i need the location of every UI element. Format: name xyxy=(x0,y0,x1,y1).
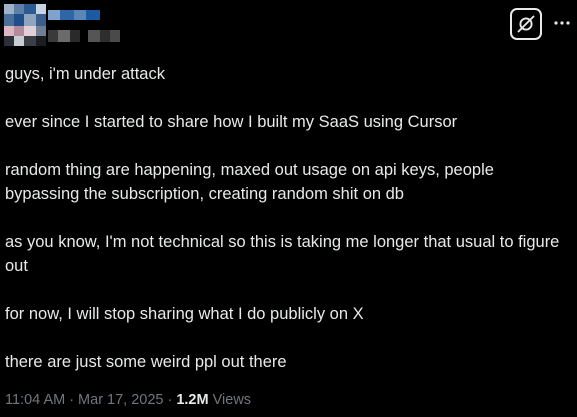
views-count: 1.2M xyxy=(176,392,209,408)
post-paragraph: guys, i'm under attack xyxy=(5,65,165,83)
views-label: Views xyxy=(212,392,252,408)
grok-button[interactable] xyxy=(510,8,542,40)
post-paragraph: ever since I started to share how I buil… xyxy=(5,113,458,131)
post-paragraph: as you know, I'm not technical so this i… xyxy=(5,233,560,275)
post-time-link[interactable]: 11:04 AM xyxy=(5,392,65,408)
meta-separator: · xyxy=(69,392,75,408)
post-metadata: 11:04 AM · Mar 17, 2025 · 1.2M Views xyxy=(5,390,251,410)
redacted-account-name[interactable] xyxy=(48,10,120,44)
post-date-link[interactable]: Mar 17, 2025 xyxy=(78,392,163,408)
more-options-button[interactable] xyxy=(551,12,573,34)
post: guys, i'm under attack ever since I star… xyxy=(0,0,577,417)
redacted-avatar[interactable] xyxy=(4,4,46,46)
post-paragraph: there are just some weird ppl out there xyxy=(5,353,287,371)
post-paragraph: for now, I will stop sharing what I do p… xyxy=(5,305,364,323)
post-paragraph: random thing are happening, maxed out us… xyxy=(5,161,494,203)
grok-icon xyxy=(517,15,535,33)
more-dots-icon xyxy=(554,21,570,25)
meta-separator: · xyxy=(167,392,173,408)
post-text: guys, i'm under attack ever since I star… xyxy=(5,62,565,398)
